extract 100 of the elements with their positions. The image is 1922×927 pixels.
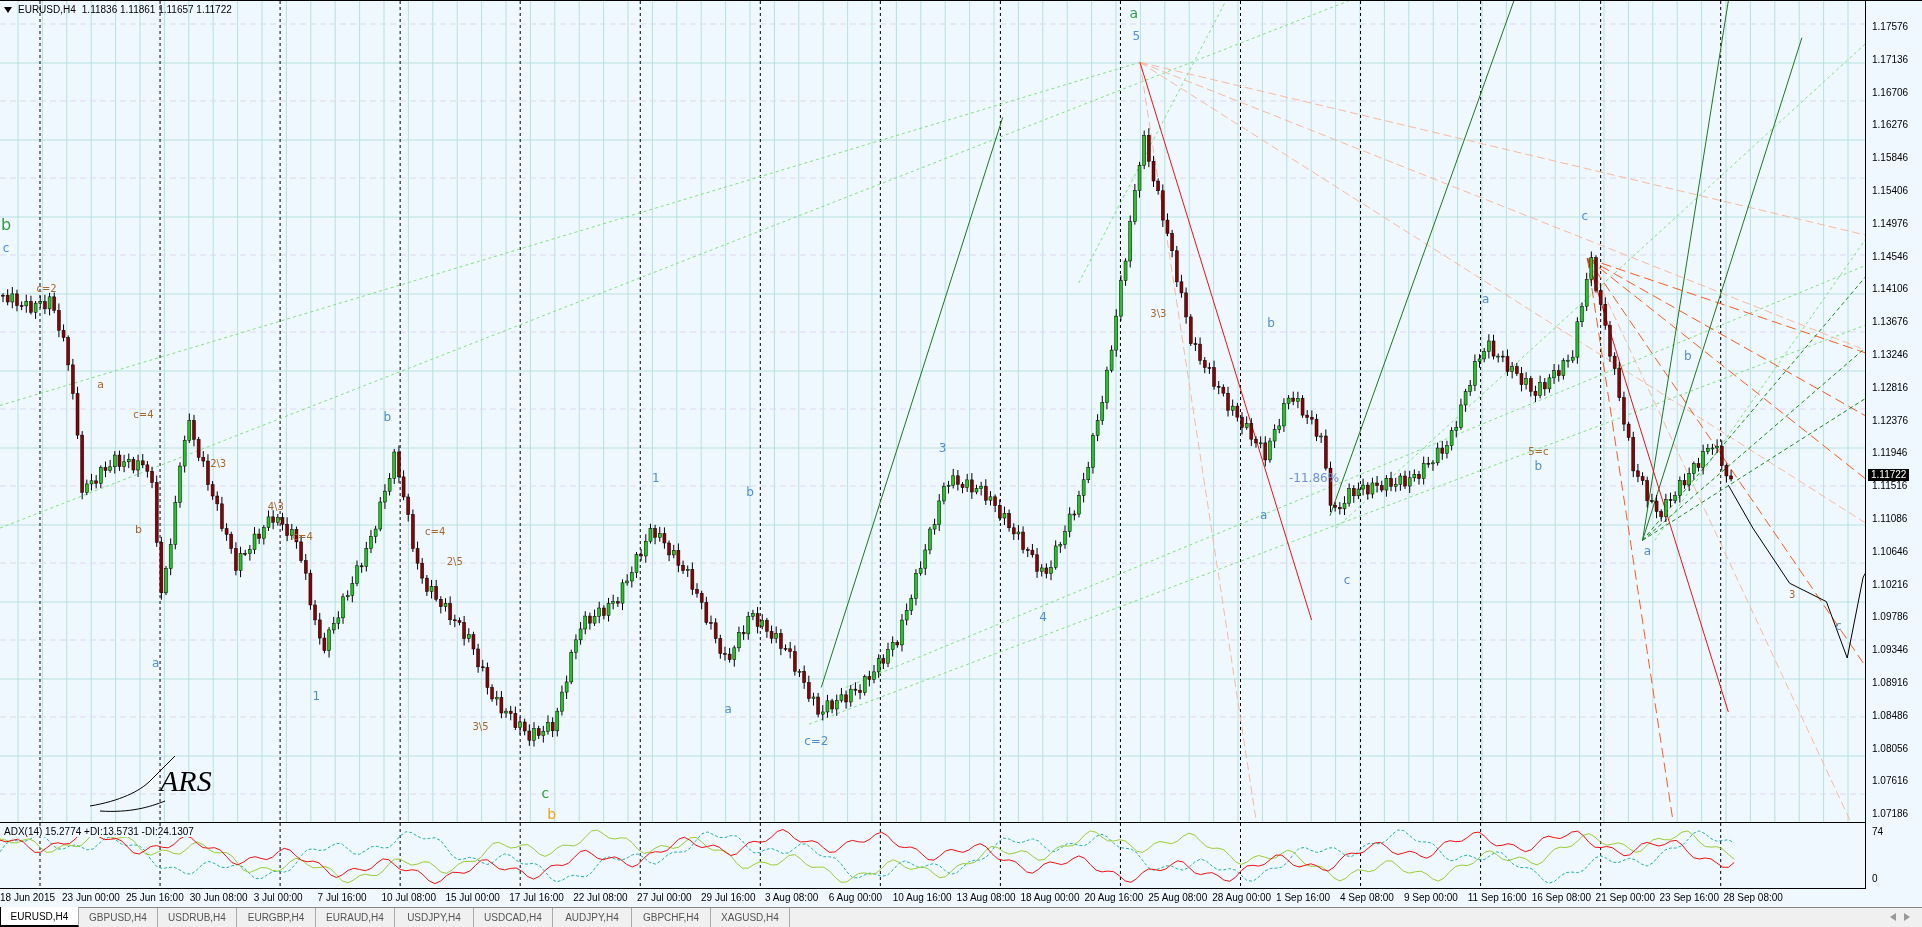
wave-label: c <box>541 784 550 801</box>
time-label: 27 Jul 00:00 <box>637 892 692 903</box>
chart-quotes: 1.11836 1.11861 1.11657 1.11722 <box>81 4 232 15</box>
wave-label: c=4 <box>133 408 154 420</box>
price-label: 1.12816 <box>1872 381 1909 394</box>
price-label: 1.07616 <box>1872 775 1909 788</box>
wave-label: 4 <box>1039 610 1047 625</box>
current-price: 1.11722 <box>1868 469 1910 481</box>
wave-label: 5 <box>1132 29 1141 44</box>
time-label: 18 Jun 2015 <box>0 892 56 903</box>
indicator-axis-label: 0 <box>1872 873 1878 885</box>
price-label: 1.08916 <box>1872 677 1909 689</box>
time-label: 16 Sep 08:00 <box>1531 892 1592 903</box>
wave-label: b <box>383 410 392 425</box>
time-label: 4 Sep 08:00 <box>1340 892 1394 903</box>
wave-label: a <box>1129 5 1139 22</box>
price-label: 1.10646 <box>1872 545 1909 558</box>
price-label: 1.11516 <box>1872 480 1908 493</box>
price-label: 1.17136 <box>1872 53 1909 66</box>
price-label: 1.16706 <box>1872 86 1909 99</box>
chart-symbol: EURUSD,H4 <box>18 4 76 15</box>
wave-label: c <box>1835 618 1842 633</box>
wave-label: 2\5 <box>446 555 463 567</box>
time-label: 28 Aug 00:00 <box>1212 892 1272 903</box>
price-label: 1.13676 <box>1872 316 1909 329</box>
wave-label: b <box>135 523 142 536</box>
wave-label: 1 <box>651 470 660 485</box>
price-label: 1.16276 <box>1872 119 1909 132</box>
indicator-axis-label: 74 <box>1872 826 1884 838</box>
wave-label: 1 <box>312 688 321 703</box>
wave-label: b <box>1267 316 1275 331</box>
time-label: 21 Sep 00:00 <box>1595 892 1656 903</box>
time-label: 23 Jun 00:00 <box>62 892 120 903</box>
wave-label: 5=c <box>1528 445 1549 457</box>
wave-label: c <box>1581 209 1589 224</box>
time-label: 13 Aug 08:00 <box>956 892 1016 903</box>
indicator-title: ADX(14) 15.2774 +DI:13.5731 -DI:24.1307 <box>4 826 194 837</box>
wave-label: b <box>1534 459 1543 474</box>
time-label: 20 Aug 16:00 <box>1084 892 1144 903</box>
scroll-left-icon[interactable] <box>1890 913 1896 921</box>
time-label: 22 Jul 08:00 <box>573 892 628 903</box>
wave-label: a <box>1260 508 1268 523</box>
time-label: 28 Sep 08:00 <box>1723 892 1783 903</box>
scroll-right-icon[interactable] <box>1904 913 1910 921</box>
price-label: 1.10216 <box>1872 578 1909 591</box>
time-label: 11 Sep 16:00 <box>1467 892 1527 903</box>
wave-label: 3\5 <box>472 721 489 733</box>
price-label: 1.09786 <box>1872 611 1909 624</box>
wave-label: 3 <box>1788 588 1796 600</box>
time-label: 9 Sep 00:00 <box>1403 892 1458 903</box>
time-label: 29 Jul 16:00 <box>701 892 756 903</box>
time-label: 18 Aug 00:00 <box>1020 892 1080 903</box>
wave-label: c=4 <box>425 526 446 538</box>
time-label: 3 Jul 00:00 <box>253 892 303 903</box>
wave-label: b <box>1684 349 1692 364</box>
time-label: 10 Jul 08:00 <box>381 892 436 903</box>
dropdown-triangle-icon[interactable] <box>4 6 12 13</box>
wave-label: a <box>97 378 104 392</box>
time-label: 6 Aug 00:00 <box>828 892 883 903</box>
wave-label: a <box>152 655 160 670</box>
wave-label: b <box>547 805 557 822</box>
time-label: 7 Jul 16:00 <box>317 892 367 903</box>
wave-label: c <box>2 241 10 256</box>
wave-label: 2\3 <box>210 457 227 469</box>
time-label: 1 Sep 16:00 <box>1276 892 1331 903</box>
wave-label: 4\3 <box>267 500 284 512</box>
time-label: 25 Aug 08:00 <box>1148 892 1208 903</box>
wave-label: 3 <box>938 441 947 456</box>
price-label: 1.17576 <box>1872 21 1909 33</box>
price-label: 1.15406 <box>1872 185 1909 197</box>
wave-label: c=2 <box>804 734 829 749</box>
time-label: 30 Jun 08:00 <box>189 892 248 903</box>
price-label: 1.08486 <box>1872 709 1909 722</box>
price-label: 1.14106 <box>1872 283 1909 296</box>
time-label: 15 Jul 00:00 <box>445 892 500 903</box>
time-label: 3 Aug 08:00 <box>764 892 819 903</box>
wave-label: 3\3 <box>1150 308 1167 320</box>
price-label: 1.13246 <box>1872 349 1909 361</box>
time-label: 10 Aug 16:00 <box>892 892 952 903</box>
wave-label: a <box>1643 544 1652 559</box>
time-label: 25 Jun 16:00 <box>125 892 184 903</box>
price-label: 1.15846 <box>1872 152 1909 165</box>
wave-label: b <box>1 215 12 235</box>
wave-label: c <box>1343 573 1351 588</box>
price-label: 1.14976 <box>1872 217 1909 230</box>
wave-label: a <box>724 702 732 717</box>
wave-label: b <box>746 485 754 500</box>
price-label: 1.12376 <box>1872 414 1909 427</box>
price-label: 1.11086 <box>1872 513 1908 525</box>
wave-label: a <box>1481 291 1490 306</box>
time-label: 23 Sep 16:00 <box>1659 892 1719 903</box>
chart-tab[interactable]: EURUSD,H4 <box>0 907 79 927</box>
price-label: 1.11946 <box>1872 447 1908 460</box>
price-label: 1.09346 <box>1872 644 1909 657</box>
price-label: 1.07186 <box>1872 808 1909 821</box>
time-label: 17 Jul 16:00 <box>509 892 564 903</box>
price-label: 1.14546 <box>1872 250 1909 263</box>
signature: ARS <box>160 764 212 797</box>
wave-label: c=2 <box>36 282 57 294</box>
price-label: 1.08056 <box>1872 742 1909 755</box>
